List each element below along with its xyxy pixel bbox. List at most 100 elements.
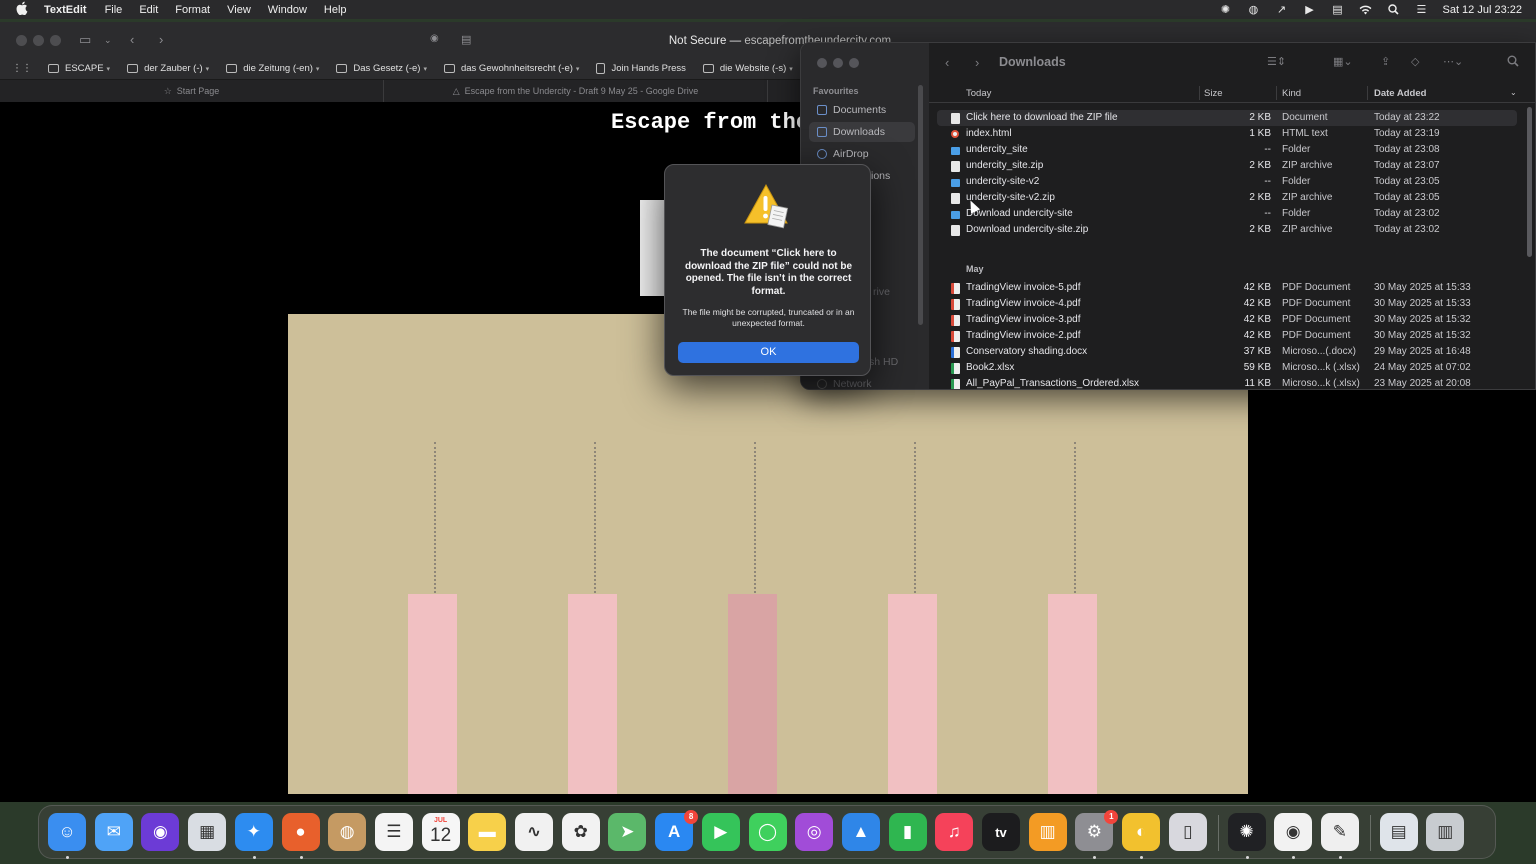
apple-menu-icon[interactable]: [16, 1, 34, 18]
trash-icon[interactable]: ▥: [1426, 813, 1465, 851]
messages-icon[interactable]: ◯: [748, 813, 787, 851]
search-icon[interactable]: [1507, 55, 1519, 70]
sidebar-menu-chevron-icon[interactable]: ⌄: [104, 35, 112, 46]
menu-format[interactable]: Format: [175, 4, 210, 16]
maps-icon[interactable]: ➤: [608, 813, 647, 851]
menu-help[interactable]: Help: [324, 4, 347, 16]
books-icon[interactable]: ▥: [1028, 813, 1067, 851]
file-list-scrollbar[interactable]: [1527, 107, 1532, 257]
facetime-icon[interactable]: ▶: [701, 813, 740, 851]
bookmark-join-hands-press[interactable]: Join Hands Press: [596, 63, 686, 74]
display-status-icon[interactable]: ▤: [1330, 3, 1344, 17]
pink-pillar[interactable]: [568, 594, 617, 794]
file-row[interactable]: index.html 1 KB HTML text Today at 23:19: [937, 126, 1517, 142]
numbers-icon[interactable]: ▮: [888, 813, 927, 851]
pink-pillar[interactable]: [1048, 594, 1097, 794]
file-row[interactable]: undercity-site-v2.zip 2 KB ZIP archive Toda…: [937, 190, 1517, 206]
ok-button[interactable]: OK: [678, 342, 859, 363]
bookmark-gewohnheitsrecht[interactable]: das Gewohnheitsrecht (-e) ▾: [443, 63, 579, 74]
sidebar-item-airdrop[interactable]: AirDrop: [809, 144, 915, 164]
keynote-icon[interactable]: ▲: [841, 813, 880, 851]
sort-chevron-icon[interactable]: ⌄: [1510, 88, 1517, 97]
file-row[interactable]: undercity_site -- Folder Today at 23:08: [937, 142, 1517, 158]
bookmark-der-zauber[interactable]: der Zauber (-) ▾: [127, 63, 209, 74]
zoom-window-button[interactable]: [849, 58, 859, 68]
freeform-icon[interactable]: ∿: [515, 813, 553, 851]
music-icon[interactable]: ♫: [935, 813, 974, 851]
safari-icon[interactable]: ✦: [234, 813, 273, 851]
freeform-status-icon[interactable]: ↗: [1274, 3, 1288, 17]
minimize-window-button[interactable]: [833, 58, 843, 68]
siri-icon[interactable]: ◉: [141, 813, 180, 851]
spotlight-search-icon[interactable]: [1386, 3, 1400, 17]
bookmark-die-website[interactable]: die Website (-s) ▾: [702, 63, 793, 74]
control-center-icon[interactable]: ☰: [1414, 3, 1428, 17]
firefox-icon[interactable]: ●: [281, 813, 320, 851]
file-row[interactable]: Download undercity-site.zip 2 KB ZIP archi…: [937, 222, 1517, 238]
podcasts-icon[interactable]: ◎: [795, 813, 834, 851]
file-row[interactable]: undercity-site-v2 -- Folder Today at 23:05: [937, 174, 1517, 190]
menu-edit[interactable]: Edit: [139, 4, 158, 16]
file-row[interactable]: Book2.xlsx 59 KB Microso...k (.xlsx) 24 May…: [937, 360, 1517, 376]
file-row[interactable]: TradingView invoice-5.pdf 42 KB PDF Docume…: [937, 280, 1517, 296]
file-row[interactable]: Download undercity-site -- Folder Today at …: [937, 206, 1517, 222]
tab-google-drive[interactable]: △ Escape from the Undercity - Draft 9 Ma…: [384, 80, 768, 102]
play-status-icon[interactable]: ▶: [1302, 3, 1316, 17]
tv-icon[interactable]: tv: [982, 813, 1020, 851]
menu-clock[interactable]: Sat 12 Jul 23:22: [1442, 4, 1522, 16]
notes-icon[interactable]: ▬: [468, 813, 507, 851]
column-name-header[interactable]: Today: [966, 88, 991, 99]
file-row[interactable]: TradingView invoice-3.pdf 42 KB PDF Docume…: [937, 312, 1517, 328]
file-row[interactable]: undercity_site.zip 2 KB ZIP archive Today a…: [937, 158, 1517, 174]
finder-icon[interactable]: ☺: [48, 813, 86, 851]
more-actions-icon[interactable]: ⋯⌄: [1443, 55, 1463, 68]
zoom-window-button[interactable]: [50, 35, 61, 46]
tag-icon[interactable]: ◇: [1411, 55, 1419, 68]
downloads-stack-icon[interactable]: ▤: [1379, 813, 1418, 851]
file-row[interactable]: TradingView invoice-4.pdf 42 KB PDF Docume…: [937, 296, 1517, 312]
photos-icon[interactable]: ✿: [561, 813, 600, 851]
calendar-icon[interactable]: JUL 12: [421, 813, 460, 851]
back-arrow-icon[interactable]: ‹: [945, 55, 949, 70]
pink-pillar-highlighted[interactable]: [728, 594, 777, 794]
menu-file[interactable]: File: [105, 4, 123, 16]
chrome-icon[interactable]: ◉: [1274, 813, 1313, 851]
bookmark-das-gesetz[interactable]: Das Gesetz (-e) ▾: [336, 63, 427, 74]
page-menu-icon[interactable]: ▤: [461, 33, 471, 46]
forward-arrow-icon[interactable]: ›: [975, 55, 979, 70]
share-icon[interactable]: ⇪: [1381, 55, 1390, 68]
close-window-button[interactable]: [16, 35, 27, 46]
column-divider[interactable]: [1199, 86, 1200, 100]
back-arrow-icon[interactable]: ‹: [130, 32, 134, 47]
column-divider[interactable]: [1276, 86, 1277, 100]
sidebar-item-documents[interactable]: Documents: [809, 100, 915, 120]
bookmark-die-zeitung[interactable]: die Zeitung (-en) ▾: [226, 63, 319, 74]
all-bookmarks-grid-icon[interactable]: ⋮⋮: [12, 63, 32, 74]
chatgpt-status-icon[interactable]: ✺: [1218, 3, 1232, 17]
textedit-icon[interactable]: ✎: [1320, 813, 1359, 851]
file-row[interactable]: All_PayPal_Transactions_Ordered.xlsx 11 K…: [937, 376, 1517, 389]
tab-start-page[interactable]: ☆ Start Page: [0, 80, 384, 102]
column-kind-header[interactable]: Kind: [1282, 88, 1301, 99]
mail-icon[interactable]: ✉: [94, 813, 133, 851]
vpn-status-icon[interactable]: ◍: [1246, 3, 1260, 17]
sidebar-item-downloads[interactable]: Downloads: [809, 122, 915, 142]
menu-window[interactable]: Window: [268, 4, 307, 16]
menu-view[interactable]: View: [227, 4, 251, 16]
minimize-window-button[interactable]: [33, 35, 44, 46]
close-window-button[interactable]: [817, 58, 827, 68]
column-date-added-header[interactable]: Date Added: [1374, 88, 1426, 99]
launchpad-icon[interactable]: ▦: [188, 813, 227, 851]
sidebar-item-network[interactable]: Network: [809, 374, 915, 389]
sidebar-scrollbar[interactable]: [918, 85, 923, 325]
forward-arrow-icon[interactable]: ›: [159, 32, 163, 47]
contacts-icon[interactable]: ◍: [328, 813, 367, 851]
wifi-icon[interactable]: [1358, 3, 1372, 17]
view-options-icon[interactable]: ☰⇕: [1267, 55, 1286, 68]
group-by-icon[interactable]: ▦⌄: [1333, 55, 1353, 68]
file-row[interactable]: Conservatory shading.docx 37 KB Microso...…: [937, 344, 1517, 360]
column-divider[interactable]: [1367, 86, 1368, 100]
bookmark-escape[interactable]: ESCAPE ▾: [48, 63, 110, 74]
iphone-mirroring-icon[interactable]: ▯: [1168, 813, 1207, 851]
app-name-menu[interactable]: TextEdit: [44, 4, 87, 16]
